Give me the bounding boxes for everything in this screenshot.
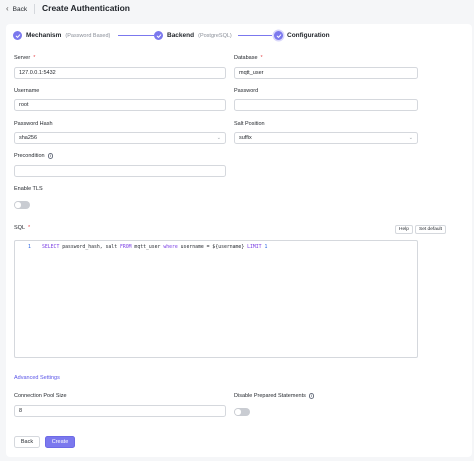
required-mark: * (28, 225, 31, 231)
form-card: Mechanism (Password Based) Backend (Post… (6, 24, 472, 457)
username-label: Username (14, 88, 40, 94)
chevron-down-icon: ⌄ (216, 135, 221, 141)
step-connector (238, 35, 272, 36)
sql-code-line: SELECT password_hash, salt FROM mqtt_use… (42, 245, 267, 250)
check-icon (274, 31, 283, 40)
divider (34, 4, 35, 14)
enable-tls-toggle[interactable] (14, 201, 30, 209)
server-label-text: Server (14, 55, 31, 61)
precondition-label: Precondition i (14, 153, 54, 159)
code-keyword: LIMIT (247, 245, 262, 250)
server-input[interactable] (14, 67, 226, 79)
enable-tls-label: Enable TLS (14, 186, 43, 192)
step-title: Backend (167, 32, 195, 39)
step-subtitle: (PostgreSQL) (198, 32, 232, 39)
create-button[interactable]: Create (45, 436, 75, 448)
code-text: username = ${username} (177, 245, 248, 250)
precondition-input[interactable] (14, 165, 226, 177)
step-backend: Backend (PostgreSQL) (154, 30, 232, 41)
pool-size-label: Connection Pool Size (14, 393, 67, 399)
precondition-label-text: Precondition (14, 153, 45, 159)
password-hash-label: Password Hash (14, 121, 53, 127)
back-link[interactable]: ‹ Back (6, 4, 27, 14)
step-subtitle: (Password Based) (65, 32, 111, 39)
top-bar: ‹ Back Create Authentication (0, 0, 474, 18)
code-keyword: where (163, 245, 178, 250)
info-circle-icon[interactable]: i (308, 393, 315, 399)
code-text: password_hash, salt (59, 245, 120, 250)
password-label: Password (234, 88, 259, 94)
step-title: Configuration (287, 32, 330, 39)
disable-prepared-label: Disable Prepared Statements i (234, 393, 315, 399)
code-number: 1 (264, 245, 268, 250)
advanced-settings-link[interactable]: Advanced Settings (14, 375, 60, 381)
back-button[interactable]: Back (14, 436, 40, 448)
info-circle-icon[interactable]: i (47, 153, 54, 159)
code-keyword: SELECT (42, 245, 60, 250)
salt-position-value: suffix (239, 135, 252, 141)
line-number: 1 (28, 245, 31, 250)
sql-label-text: SQL (14, 225, 26, 231)
database-label: Database * (234, 55, 263, 61)
password-hash-select[interactable]: sha256 ⌄ (14, 132, 226, 144)
database-label-text: Database (234, 55, 258, 61)
toggle-knob (235, 409, 241, 415)
code-text: mqtt_user (131, 245, 164, 250)
disable-prepared-label-text: Disable Prepared Statements (234, 393, 306, 399)
chevron-left-icon: ‹ (6, 4, 9, 13)
step-mechanism: Mechanism (Password Based) (13, 30, 110, 41)
password-hash-value: sha256 (19, 135, 38, 141)
server-label: Server * (14, 55, 35, 61)
sql-editor[interactable]: 1 SELECT password_hash, salt FROM mqtt_u… (14, 240, 418, 358)
step-title: Mechanism (26, 32, 62, 39)
chevron-down-icon: ⌄ (408, 135, 413, 141)
page-title: Create Authentication (42, 3, 131, 13)
code-keyword: FROM (119, 245, 132, 250)
set-default-button[interactable]: Set default (415, 225, 446, 234)
step-configuration: Configuration (274, 30, 330, 41)
required-mark: * (33, 55, 36, 61)
salt-position-select[interactable]: suffix ⌄ (234, 132, 418, 144)
check-icon (13, 31, 22, 40)
help-button[interactable]: Help (395, 225, 413, 234)
password-input[interactable] (234, 99, 418, 111)
editor-gutter: 1 (15, 241, 37, 357)
database-input[interactable] (234, 67, 418, 79)
username-input[interactable] (14, 99, 226, 111)
step-connector (118, 35, 154, 36)
sql-label: SQL * (14, 225, 30, 231)
toggle-knob (15, 202, 21, 208)
stepper: Mechanism (Password Based) Backend (Post… (6, 24, 472, 48)
back-link-label: Back (12, 5, 28, 13)
check-icon (154, 31, 163, 40)
disable-prepared-toggle[interactable] (234, 408, 250, 416)
pool-size-input[interactable] (14, 405, 226, 417)
salt-position-label: Salt Position (234, 121, 265, 127)
required-mark: * (260, 55, 263, 61)
